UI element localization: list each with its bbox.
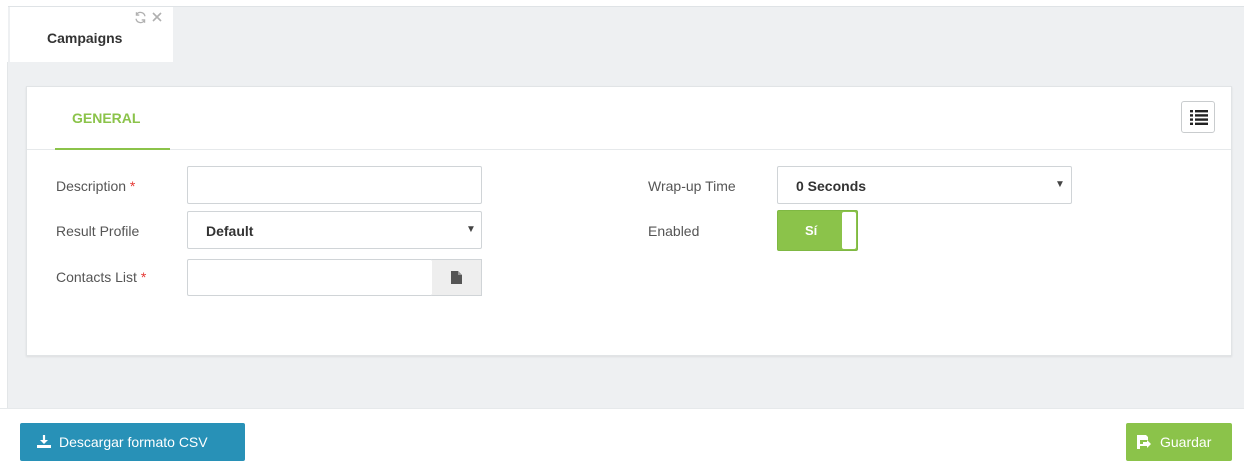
tab-bar: Campaigns [8,6,1244,63]
contacts-list-input[interactable] [187,259,433,296]
description-label: Description * [56,178,136,194]
download-csv-label: Descargar formato CSV [59,434,208,450]
chevron-down-icon: ▼ [1055,179,1065,190]
list-view-button[interactable] [1181,101,1215,133]
tab-campaigns-label: Campaigns [47,30,123,46]
wrapup-time-select[interactable]: 0 Seconds ▼ [777,166,1072,204]
tab-general-label: GENERAL [72,110,141,126]
required-marker: * [129,178,136,194]
result-profile-label: Result Profile [56,223,140,239]
panel-header: GENERAL [27,87,1231,150]
result-profile-value: Default [206,223,254,239]
wrapup-time-value: 0 Seconds [796,178,867,194]
save-label: Guardar [1160,434,1212,450]
wrapup-time-label: Wrap-up Time [648,178,736,194]
left-edge [0,62,8,408]
file-browse-button[interactable] [432,259,482,296]
result-profile-select[interactable]: Default ▼ [187,211,482,249]
toggle-label: Sí [805,223,818,238]
toggle-knob [842,212,856,249]
close-icon[interactable] [152,11,164,25]
refresh-icon[interactable] [134,11,148,25]
save-button[interactable]: Guardar [1126,423,1232,461]
download-csv-button[interactable]: Descargar formato CSV [20,423,245,461]
enabled-toggle[interactable]: Sí [777,210,858,251]
description-input[interactable] [187,166,482,204]
contacts-list-label: Contacts List * [56,269,147,285]
required-marker: * [140,269,147,285]
enabled-label: Enabled [648,223,700,239]
tab-general[interactable]: GENERAL [55,87,170,150]
chevron-down-icon: ▼ [466,224,476,235]
tab-campaigns[interactable]: Campaigns [10,7,173,63]
